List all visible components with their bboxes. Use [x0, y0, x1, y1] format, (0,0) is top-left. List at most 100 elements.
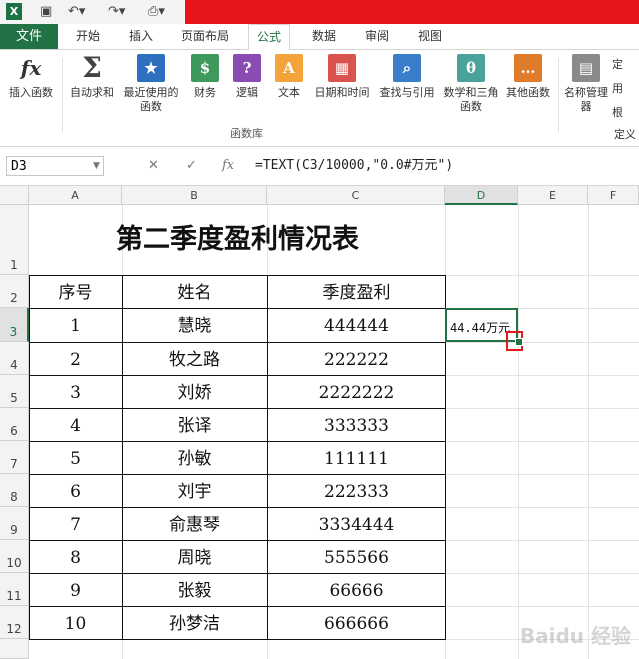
- magnifier-icon: ⌕: [393, 54, 421, 82]
- cell-index[interactable]: 4: [29, 408, 122, 441]
- math-trig-button[interactable]: θ 数学和三角函数: [442, 54, 500, 114]
- row-header-10[interactable]: 10: [0, 540, 29, 573]
- cell-name[interactable]: 张译: [122, 408, 267, 441]
- define-name-button[interactable]: 定: [612, 56, 623, 72]
- cell-profit[interactable]: 111111: [267, 441, 446, 474]
- formula-input[interactable]: =TEXT(C3/10000,"0.0#万元"): [255, 156, 639, 176]
- redacted-title-bar: [185, 0, 639, 24]
- text-button[interactable]: A 文本: [272, 54, 306, 100]
- lookup-reference-button[interactable]: ⌕ 查找与引用: [376, 54, 438, 100]
- tags-icon: ▤: [572, 54, 600, 82]
- row-header-5[interactable]: 5: [0, 375, 29, 408]
- cell-name[interactable]: 周晓: [122, 540, 267, 573]
- tab-insert[interactable]: 插入: [129, 24, 153, 49]
- sigma-icon: Σ: [78, 54, 106, 82]
- cell-name[interactable]: 刘娇: [122, 375, 267, 408]
- tab-file[interactable]: 文件: [0, 24, 58, 49]
- date-time-button[interactable]: ▦ 日期和时间: [310, 54, 374, 100]
- cell-index[interactable]: 5: [29, 441, 122, 474]
- insert-function-button[interactable]: fx 插入函数: [4, 54, 58, 100]
- cell-profit[interactable]: 2222222: [267, 375, 446, 408]
- watermark: Baidu 经验: [519, 624, 631, 648]
- fill-handle[interactable]: [515, 338, 523, 346]
- sheet-title: 第二季度盈利情况表: [116, 224, 359, 255]
- quick-access-toolbar: X ▣ ↶▾ ↷▾ ⎙▾: [0, 0, 639, 24]
- logical-button[interactable]: ? 逻辑: [230, 54, 264, 100]
- cell-index[interactable]: 7: [29, 507, 122, 540]
- row-header-8[interactable]: 8: [0, 474, 29, 507]
- tab-page-layout[interactable]: 页面布局: [181, 24, 229, 49]
- row-header-7[interactable]: 7: [0, 441, 29, 474]
- name-manager-button[interactable]: ▤ 名称管理器: [564, 54, 608, 114]
- use-in-formula-button[interactable]: 用: [612, 80, 623, 96]
- cell-profit[interactable]: 444444: [267, 308, 446, 341]
- row-header-12[interactable]: 12: [0, 606, 29, 639]
- select-all-corner[interactable]: [0, 186, 29, 205]
- tab-formulas[interactable]: 公式: [248, 24, 291, 51]
- column-header-f[interactable]: F: [588, 186, 639, 205]
- header-profit[interactable]: 季度盈利: [267, 275, 446, 308]
- cell-index[interactable]: 9: [29, 573, 122, 606]
- tab-view[interactable]: 视图: [418, 24, 442, 49]
- print-preview-icon[interactable]: ⎙▾: [148, 3, 165, 21]
- cell-name[interactable]: 张毅: [122, 573, 267, 606]
- create-from-selection-button[interactable]: 根: [612, 104, 623, 120]
- fx-icon: fx: [17, 54, 45, 82]
- gridline: [588, 205, 589, 659]
- cell-index[interactable]: 3: [29, 375, 122, 408]
- financial-button[interactable]: $ 财务: [188, 54, 222, 100]
- fx-icon[interactable]: fx: [222, 156, 234, 176]
- enter-icon[interactable]: ✓: [186, 156, 197, 176]
- recently-used-button[interactable]: ★ 最近使用的函数: [120, 54, 182, 114]
- column-header-c[interactable]: C: [267, 186, 445, 205]
- row-header-6[interactable]: 6: [0, 408, 29, 441]
- cell-name[interactable]: 孙敏: [122, 441, 267, 474]
- undo-icon[interactable]: ↶▾: [68, 3, 85, 21]
- column-header-e[interactable]: E: [518, 186, 588, 205]
- column-header-d[interactable]: D: [445, 186, 518, 205]
- row-header-3[interactable]: 3: [0, 308, 29, 342]
- star-icon: ★: [137, 54, 165, 82]
- cell-name[interactable]: 慧晓: [122, 308, 267, 341]
- tab-home[interactable]: 开始: [76, 24, 100, 49]
- cell-profit[interactable]: 555566: [267, 540, 446, 573]
- more-functions-button[interactable]: … 其他函数: [502, 54, 554, 100]
- header-index[interactable]: 序号: [29, 275, 122, 308]
- tab-review[interactable]: 审阅: [365, 24, 389, 49]
- cell-d3-value: 44.44万元: [450, 321, 511, 335]
- cancel-icon[interactable]: ✕: [148, 156, 159, 176]
- cell-profit[interactable]: 333333: [267, 408, 446, 441]
- redo-icon[interactable]: ↷▾: [108, 3, 125, 21]
- cell-name[interactable]: 俞惠琴: [122, 507, 267, 540]
- row-header-13[interactable]: [0, 639, 29, 659]
- header-name[interactable]: 姓名: [122, 275, 267, 308]
- theta-icon: θ: [457, 54, 485, 82]
- column-header-a[interactable]: A: [29, 186, 122, 205]
- column-header-b[interactable]: B: [122, 186, 267, 205]
- chevron-down-icon[interactable]: ▼: [93, 156, 100, 176]
- row-header-11[interactable]: 11: [0, 573, 29, 606]
- cell-index[interactable]: 10: [29, 606, 122, 639]
- row-header-2[interactable]: 2: [0, 275, 29, 308]
- cell-name[interactable]: 牧之路: [122, 342, 267, 375]
- row-header-1[interactable]: 1: [0, 205, 29, 275]
- row-header-9[interactable]: 9: [0, 507, 29, 540]
- cell-name[interactable]: 孙梦洁: [122, 606, 267, 639]
- cell-index[interactable]: 2: [29, 342, 122, 375]
- function-library-group-label: 函数库: [230, 127, 263, 140]
- autosum-button[interactable]: Σ 自动求和: [66, 54, 118, 100]
- cell-profit[interactable]: 222333: [267, 474, 446, 507]
- cell-index[interactable]: 1: [29, 308, 122, 341]
- name-box[interactable]: D3: [6, 156, 104, 176]
- cell-index[interactable]: 8: [29, 540, 122, 573]
- cell-index[interactable]: 6: [29, 474, 122, 507]
- save-icon[interactable]: ▣: [40, 3, 52, 21]
- cell-profit[interactable]: 222222: [267, 342, 446, 375]
- excel-app-icon: X: [6, 3, 22, 20]
- cell-profit[interactable]: 3334444: [267, 507, 446, 540]
- cell-profit[interactable]: 666666: [267, 606, 446, 639]
- cell-name[interactable]: 刘宇: [122, 474, 267, 507]
- tab-data[interactable]: 数据: [312, 24, 336, 49]
- row-header-4[interactable]: 4: [0, 342, 29, 375]
- cell-profit[interactable]: 66666: [267, 573, 446, 606]
